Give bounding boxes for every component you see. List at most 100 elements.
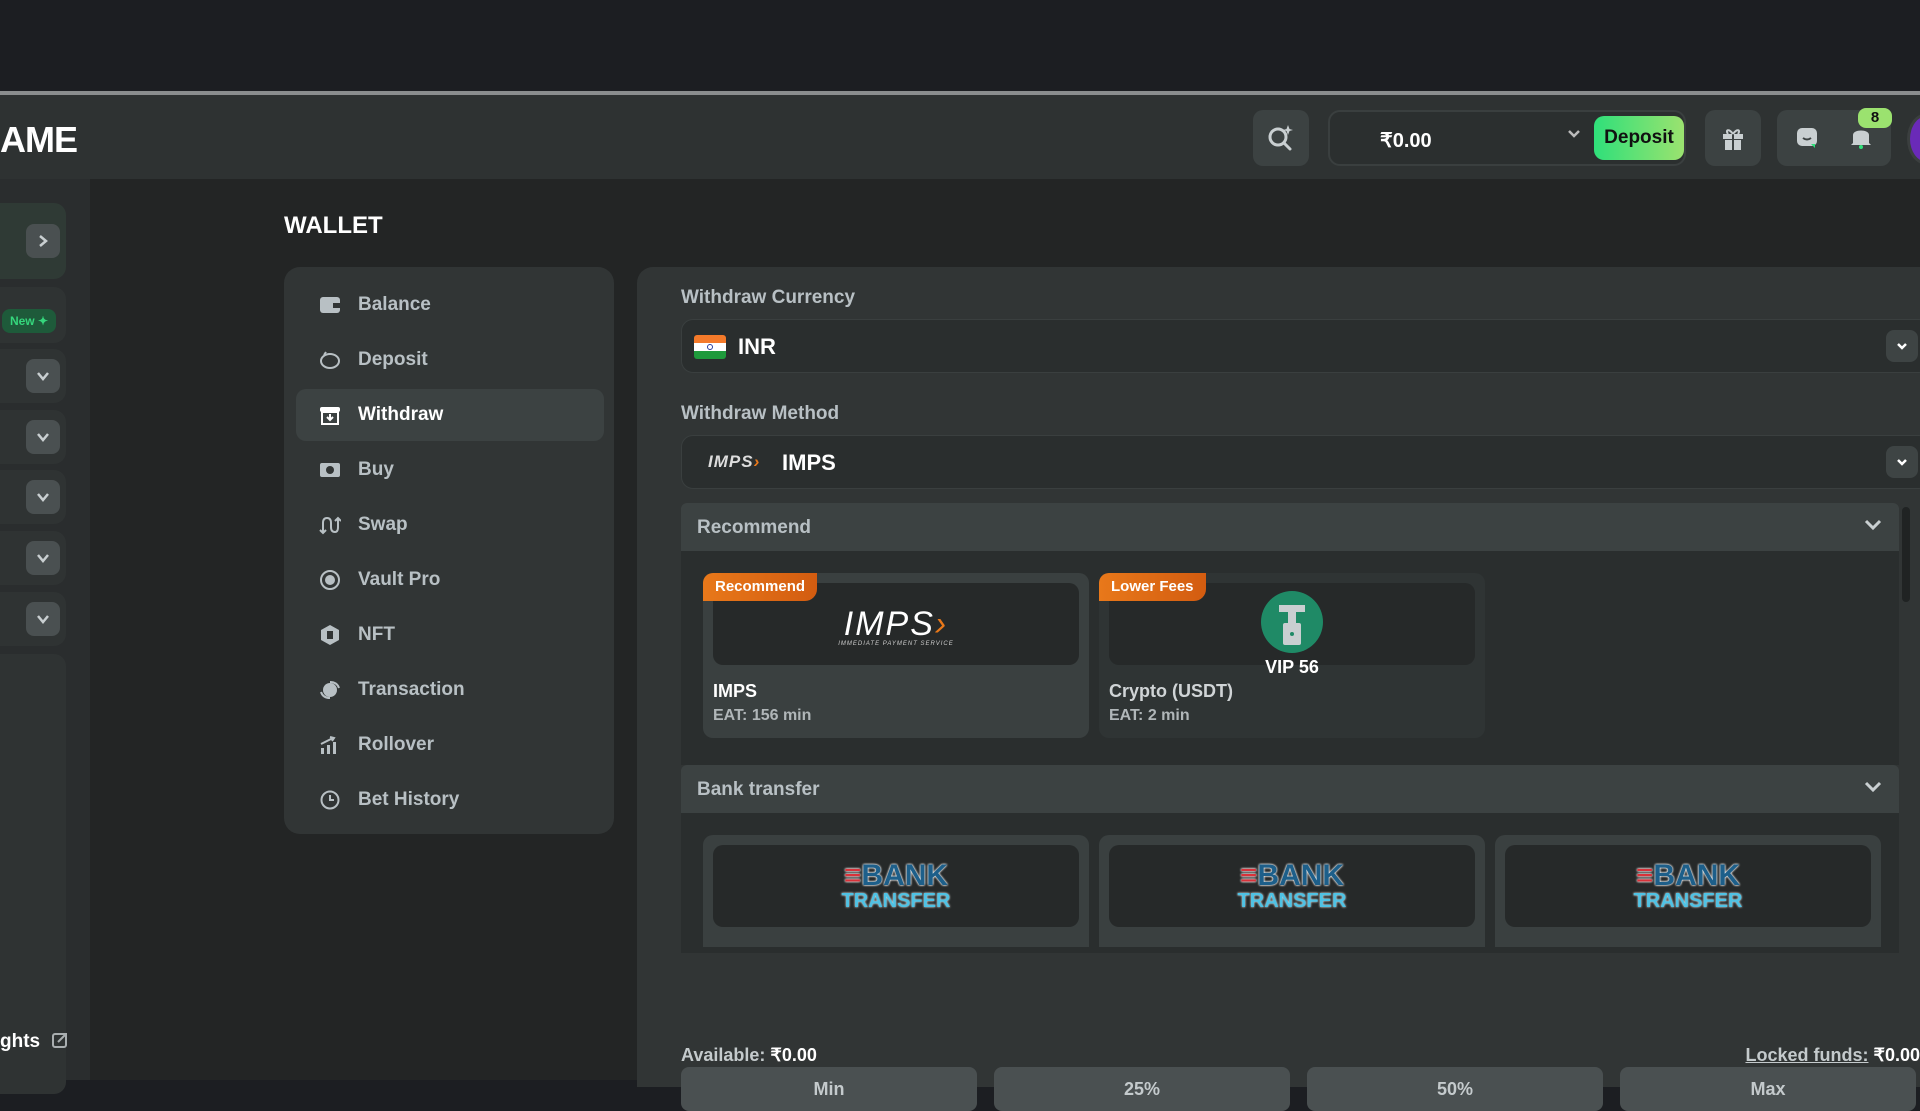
nav-label: Withdraw xyxy=(358,404,443,426)
wallet-nav-rollover[interactable]: Rollover xyxy=(296,719,604,771)
chevron-down-icon[interactable] xyxy=(1566,126,1582,147)
withdraw-panel: Withdraw Currency INR Withdraw Method IM… xyxy=(637,267,1920,1087)
card-title: IMPS xyxy=(713,681,757,702)
sidebar-item[interactable] xyxy=(0,349,66,403)
locked-funds-link[interactable]: Locked funds: xyxy=(1745,1045,1868,1065)
bell-icon[interactable] xyxy=(1849,124,1873,155)
available-label: Available: xyxy=(681,1045,765,1065)
bank-card[interactable]: ≡BANKTRANSFER xyxy=(1495,835,1881,947)
recommend-section-title: Recommend xyxy=(697,517,811,539)
expand-sidebar-button[interactable] xyxy=(26,224,60,258)
chat-icon[interactable] xyxy=(1795,126,1819,155)
nav-label: Buy xyxy=(358,459,394,481)
scrollbar[interactable] xyxy=(1902,507,1910,602)
sidebar-item[interactable] xyxy=(0,470,66,524)
bank-transfer-accordion-header[interactable]: Bank transfer xyxy=(681,765,1899,813)
method-card-crypto[interactable]: VIP 56 Lower Fees Crypto (USDT) EAT: 2 m… xyxy=(1099,573,1485,738)
wallet-nav-buy[interactable]: Buy xyxy=(296,444,604,496)
chevron-down-icon[interactable] xyxy=(26,480,60,514)
wallet-nav-deposit[interactable]: Deposit xyxy=(296,334,604,386)
method-card-imps[interactable]: IMPS› IMMEDIATE PAYMENT SERVICE Recommen… xyxy=(703,573,1089,738)
left-sidebar: New ✦ ghts xyxy=(0,179,90,1080)
locked-funds-value: ₹0.00 xyxy=(1874,1045,1920,1065)
clock-icon xyxy=(318,788,342,812)
chevron-down-icon[interactable] xyxy=(1886,446,1918,478)
amount-25-button[interactable]: 25% xyxy=(994,1067,1290,1111)
usdt-lock-icon xyxy=(1261,591,1323,653)
imps-logo-subtext: IMMEDIATE PAYMENT SERVICE xyxy=(713,641,1079,647)
recommend-accordion-header[interactable]: Recommend xyxy=(681,503,1899,551)
bank-transfer-logo: ≡BANKTRANSFER xyxy=(1634,861,1743,911)
amount-max-button[interactable]: Max xyxy=(1620,1067,1916,1111)
transaction-icon xyxy=(318,678,342,702)
currency-select[interactable]: INR xyxy=(681,319,1920,373)
balance-value: ₹0.00 xyxy=(1380,128,1432,153)
chevron-down-icon[interactable] xyxy=(26,359,60,393)
wallet-nav-transaction[interactable]: Transaction xyxy=(296,664,604,716)
chevron-down-icon[interactable] xyxy=(1863,779,1883,800)
nav-label: Balance xyxy=(358,294,431,316)
withdraw-icon xyxy=(318,403,342,427)
wallet-nav-vault-pro[interactable]: Vault Pro xyxy=(296,554,604,606)
bank-card[interactable]: ≡BANKTRANSFER xyxy=(703,835,1089,947)
currency-value: INR xyxy=(738,334,776,360)
wallet-icon xyxy=(318,293,342,317)
swap-icon xyxy=(318,513,342,537)
method-value: IMPS xyxy=(782,450,836,476)
notification-badge: 8 xyxy=(1858,108,1892,128)
bank-section-title: Bank transfer xyxy=(697,779,820,801)
wallet-nav-bet-history[interactable]: Bet History xyxy=(296,774,604,826)
piggy-bank-icon xyxy=(318,348,342,372)
search-button[interactable] xyxy=(1253,110,1309,166)
page-title: WALLET xyxy=(284,212,383,240)
india-flag-icon xyxy=(694,335,726,359)
sidebar-lower-block xyxy=(0,654,66,1094)
deposit-button[interactable]: Deposit xyxy=(1594,116,1684,160)
nft-icon xyxy=(318,623,342,647)
card-eat: EAT: 156 min xyxy=(713,707,811,725)
chevron-down-icon[interactable] xyxy=(1863,517,1883,538)
bank-transfer-logo: ≡BANKTRANSFER xyxy=(1238,861,1347,911)
amount-min-button[interactable]: Min xyxy=(681,1067,977,1111)
nav-label: Rollover xyxy=(358,734,434,756)
app: AME ₹0.00 Deposit 8 xyxy=(0,95,1920,1080)
footer-link-text: ghts xyxy=(0,1031,40,1052)
nav-label: NFT xyxy=(358,624,395,646)
amount-50-button[interactable]: 50% xyxy=(1307,1067,1603,1111)
wallet-nav-swap[interactable]: Swap xyxy=(296,499,604,551)
wallet-nav: Balance Deposit Withdraw Buy Swap Vault … xyxy=(284,267,614,834)
gift-button[interactable] xyxy=(1705,110,1761,166)
sidebar-item-new[interactable]: New ✦ xyxy=(0,287,66,343)
search-icon xyxy=(1266,123,1296,153)
nav-label: Vault Pro xyxy=(358,569,440,591)
avatar[interactable] xyxy=(1907,113,1920,165)
sidebar-item[interactable] xyxy=(0,410,66,464)
chevron-down-icon[interactable] xyxy=(1886,330,1918,362)
chevron-down-icon[interactable] xyxy=(26,420,60,454)
imps-logo-text: IMPS› xyxy=(713,605,1079,644)
chevron-down-icon[interactable] xyxy=(26,541,60,575)
recommend-accordion-body: IMPS› IMMEDIATE PAYMENT SERVICE Recommen… xyxy=(681,551,1899,765)
vip-lock-label: VIP 56 xyxy=(1099,657,1485,678)
new-badge: New ✦ xyxy=(2,309,56,333)
locked-funds: Locked funds: ₹0.00 xyxy=(1745,1045,1920,1066)
method-select[interactable]: IMPS› IMPS xyxy=(681,435,1920,489)
external-link-icon xyxy=(51,1031,69,1049)
currency-label: Withdraw Currency xyxy=(681,287,855,309)
sidebar-item[interactable] xyxy=(0,592,66,646)
chevron-down-icon[interactable] xyxy=(26,602,60,636)
wallet-nav-withdraw[interactable]: Withdraw xyxy=(296,389,604,441)
chevron-right-icon xyxy=(36,234,50,248)
wallet-nav-balance[interactable]: Balance xyxy=(296,279,604,331)
nav-label: Deposit xyxy=(358,349,428,371)
imps-logo-icon: IMPS› xyxy=(708,452,760,472)
bank-card[interactable]: ≡BANKTRANSFER xyxy=(1099,835,1485,947)
wallet-nav-nft[interactable]: NFT xyxy=(296,609,604,661)
balance-selector[interactable]: ₹0.00 Deposit xyxy=(1328,110,1686,166)
sidebar-promo[interactable] xyxy=(0,203,66,279)
method-label: Withdraw Method xyxy=(681,403,839,425)
sidebar-item[interactable] xyxy=(0,531,66,585)
bank-transfer-logo: ≡BANKTRANSFER xyxy=(842,861,951,911)
sidebar-footer-link[interactable]: ghts xyxy=(0,1031,69,1053)
logo[interactable]: AME xyxy=(0,119,77,161)
